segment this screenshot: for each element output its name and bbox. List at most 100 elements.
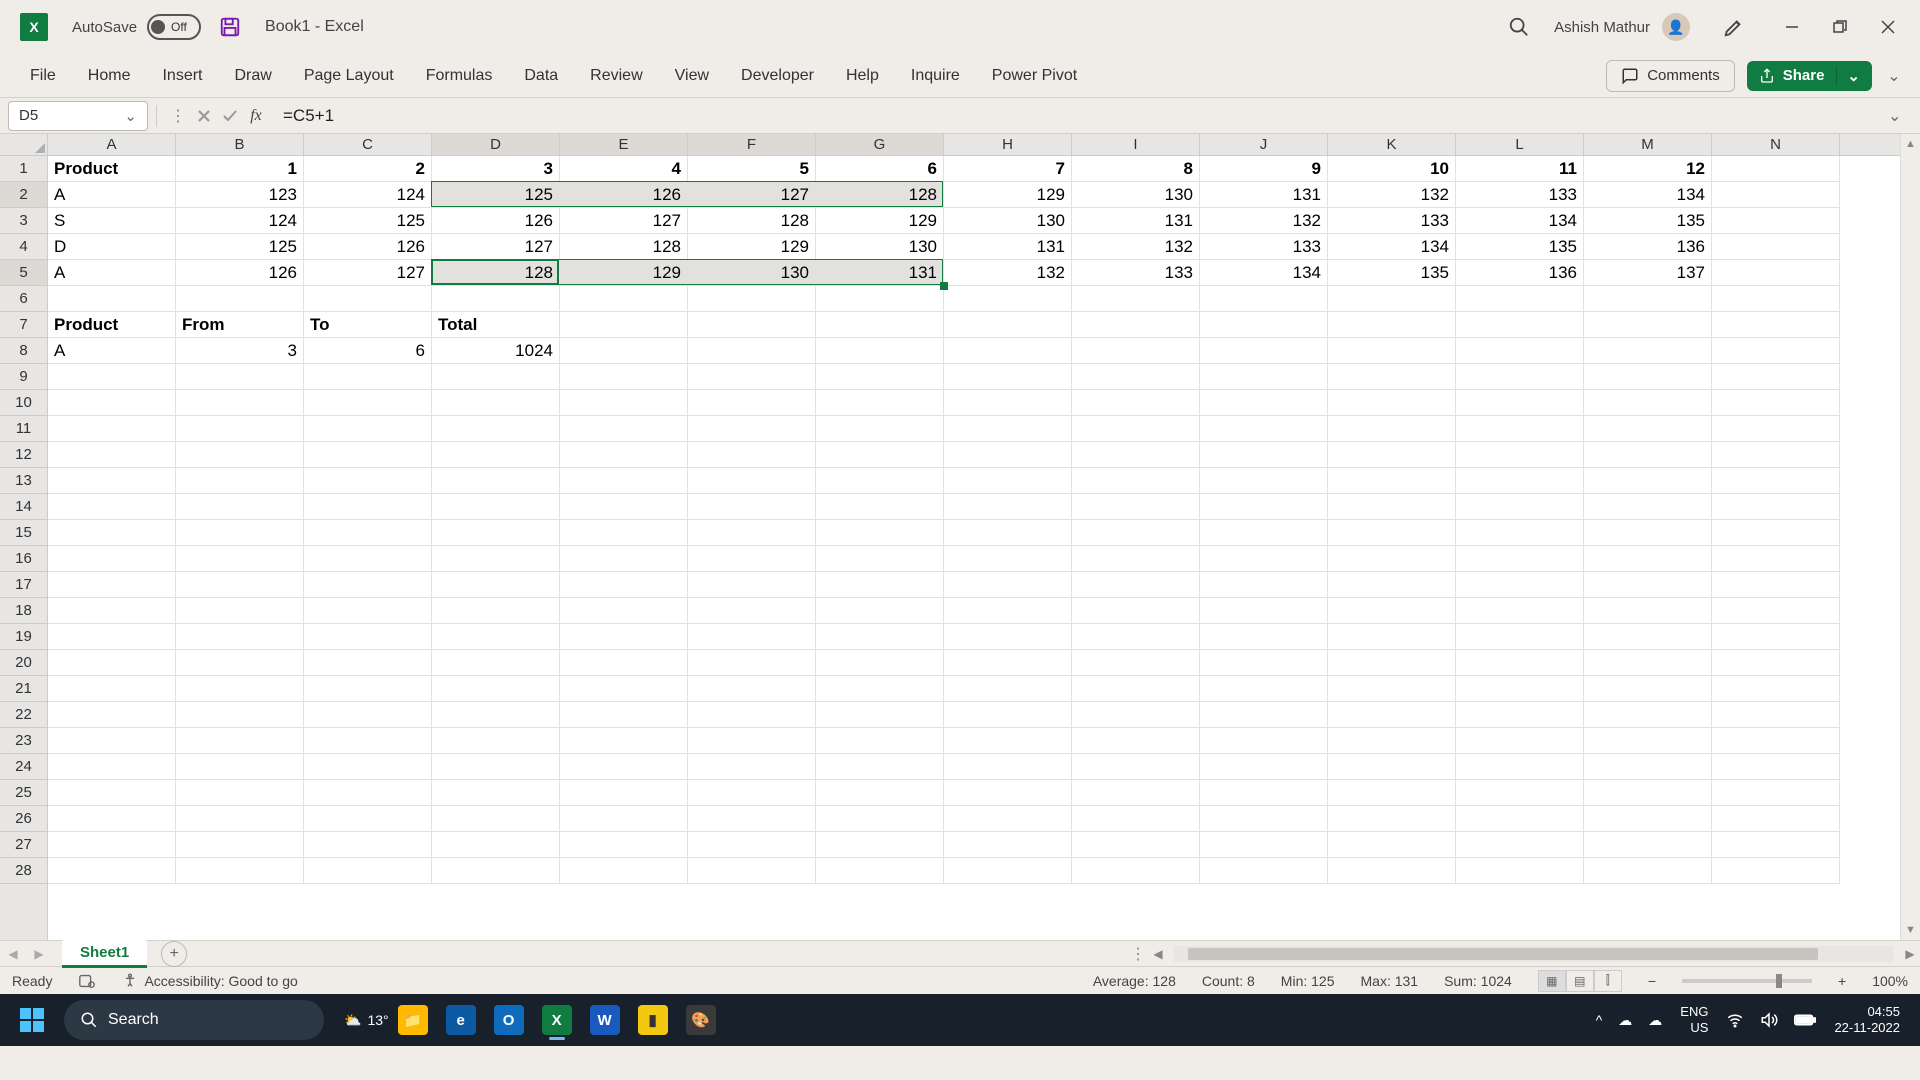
cell-N26[interactable]: [1712, 806, 1840, 832]
cell-B3[interactable]: 124: [176, 208, 304, 234]
cell-M22[interactable]: [1584, 702, 1712, 728]
cell-K12[interactable]: [1328, 442, 1456, 468]
cell-I13[interactable]: [1072, 468, 1200, 494]
col-header-E[interactable]: E: [560, 134, 688, 155]
cell-I2[interactable]: 130: [1072, 182, 1200, 208]
task-outlook[interactable]: O: [487, 998, 531, 1042]
cell-L4[interactable]: 135: [1456, 234, 1584, 260]
cell-E25[interactable]: [560, 780, 688, 806]
task-file-explorer[interactable]: 📁: [391, 998, 435, 1042]
row-header-15[interactable]: 15: [0, 520, 47, 546]
cell-M25[interactable]: [1584, 780, 1712, 806]
cell-H7[interactable]: [944, 312, 1072, 338]
cell-B15[interactable]: [176, 520, 304, 546]
chevron-down-icon[interactable]: ⌄: [1836, 67, 1860, 85]
close-button[interactable]: [1864, 7, 1912, 47]
cell-K3[interactable]: 133: [1328, 208, 1456, 234]
cell-A5[interactable]: A: [48, 260, 176, 286]
collapse-ribbon-icon[interactable]: ⌄: [1882, 66, 1906, 86]
cell-G7[interactable]: [816, 312, 944, 338]
cell-D12[interactable]: [432, 442, 560, 468]
cell-J12[interactable]: [1200, 442, 1328, 468]
cell-E4[interactable]: 128: [560, 234, 688, 260]
row-header-19[interactable]: 19: [0, 624, 47, 650]
cell-C14[interactable]: [304, 494, 432, 520]
tab-inquire[interactable]: Inquire: [895, 57, 976, 95]
cell-D5[interactable]: 128: [432, 260, 560, 286]
cell-L3[interactable]: 134: [1456, 208, 1584, 234]
cell-D10[interactable]: [432, 390, 560, 416]
cell-H26[interactable]: [944, 806, 1072, 832]
cell-F21[interactable]: [688, 676, 816, 702]
cell-L23[interactable]: [1456, 728, 1584, 754]
col-header-K[interactable]: K: [1328, 134, 1456, 155]
cell-C24[interactable]: [304, 754, 432, 780]
cell-G4[interactable]: 130: [816, 234, 944, 260]
chevron-down-icon[interactable]: ⌄: [124, 107, 137, 125]
cell-E5[interactable]: 129: [560, 260, 688, 286]
tray-weather-icon[interactable]: ☁: [1640, 1012, 1670, 1029]
cell-E15[interactable]: [560, 520, 688, 546]
cell-H21[interactable]: [944, 676, 1072, 702]
cell-N4[interactable]: [1712, 234, 1840, 260]
cell-L27[interactable]: [1456, 832, 1584, 858]
cell-I15[interactable]: [1072, 520, 1200, 546]
zoom-slider[interactable]: [1682, 979, 1812, 983]
cell-M20[interactable]: [1584, 650, 1712, 676]
cell-D19[interactable]: [432, 624, 560, 650]
cell-A6[interactable]: [48, 286, 176, 312]
cell-L18[interactable]: [1456, 598, 1584, 624]
task-powerbi[interactable]: ▮: [631, 998, 675, 1042]
cell-I1[interactable]: 8: [1072, 156, 1200, 182]
cell-A21[interactable]: [48, 676, 176, 702]
cell-C25[interactable]: [304, 780, 432, 806]
cell-I19[interactable]: [1072, 624, 1200, 650]
cell-K14[interactable]: [1328, 494, 1456, 520]
cell-D26[interactable]: [432, 806, 560, 832]
row-header-21[interactable]: 21: [0, 676, 47, 702]
cell-G16[interactable]: [816, 546, 944, 572]
cell-I5[interactable]: 133: [1072, 260, 1200, 286]
cell-F7[interactable]: [688, 312, 816, 338]
cell-I28[interactable]: [1072, 858, 1200, 884]
cell-I27[interactable]: [1072, 832, 1200, 858]
cell-F20[interactable]: [688, 650, 816, 676]
cell-E14[interactable]: [560, 494, 688, 520]
tray-onedrive-icon[interactable]: ☁: [1610, 1012, 1640, 1029]
row-header-16[interactable]: 16: [0, 546, 47, 572]
cell-K22[interactable]: [1328, 702, 1456, 728]
cell-M23[interactable]: [1584, 728, 1712, 754]
cell-N25[interactable]: [1712, 780, 1840, 806]
cell-M5[interactable]: 137: [1584, 260, 1712, 286]
cell-C8[interactable]: 6: [304, 338, 432, 364]
new-sheet-button[interactable]: +: [161, 941, 187, 967]
cell-N20[interactable]: [1712, 650, 1840, 676]
cell-J18[interactable]: [1200, 598, 1328, 624]
cell-C6[interactable]: [304, 286, 432, 312]
cell-J15[interactable]: [1200, 520, 1328, 546]
fx-icon[interactable]: fx: [243, 103, 269, 129]
col-header-N[interactable]: N: [1712, 134, 1840, 155]
cell-J28[interactable]: [1200, 858, 1328, 884]
cell-H8[interactable]: [944, 338, 1072, 364]
cell-K2[interactable]: 132: [1328, 182, 1456, 208]
cell-F19[interactable]: [688, 624, 816, 650]
cell-L10[interactable]: [1456, 390, 1584, 416]
cell-E28[interactable]: [560, 858, 688, 884]
cell-F25[interactable]: [688, 780, 816, 806]
cell-J19[interactable]: [1200, 624, 1328, 650]
cell-G13[interactable]: [816, 468, 944, 494]
tab-draw[interactable]: Draw: [218, 57, 287, 95]
cell-H20[interactable]: [944, 650, 1072, 676]
row-header-18[interactable]: 18: [0, 598, 47, 624]
cell-F5[interactable]: 130: [688, 260, 816, 286]
cell-L8[interactable]: [1456, 338, 1584, 364]
row-header-27[interactable]: 27: [0, 832, 47, 858]
cell-K24[interactable]: [1328, 754, 1456, 780]
tray-volume-icon[interactable]: [1752, 1011, 1786, 1029]
cell-G28[interactable]: [816, 858, 944, 884]
sheet-options-icon[interactable]: ⋮: [1128, 944, 1148, 964]
cell-K21[interactable]: [1328, 676, 1456, 702]
col-header-C[interactable]: C: [304, 134, 432, 155]
task-edge[interactable]: e: [439, 998, 483, 1042]
